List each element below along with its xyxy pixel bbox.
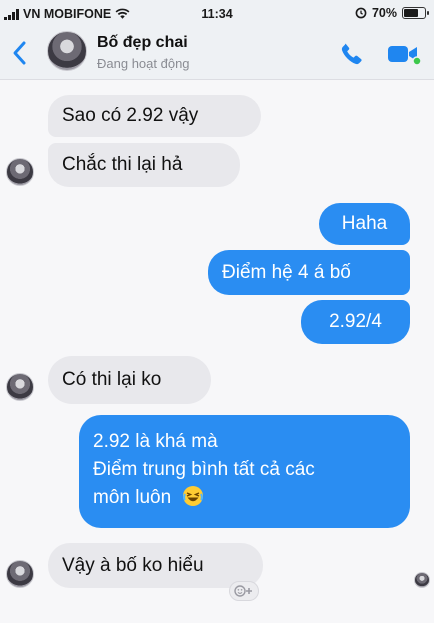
seen-receipt-avatar bbox=[414, 572, 430, 588]
message-line: Điểm trung bình tất cả các bbox=[93, 459, 315, 480]
message-text: Điểm hệ 4 á bố bbox=[222, 262, 351, 283]
message-bubble-incoming[interactable]: Sao có 2.92 vậy bbox=[48, 95, 261, 137]
message-line-with-emoji: môn luôn bbox=[93, 484, 396, 512]
status-bar: VN MOBIFONE 11:34 70% bbox=[0, 0, 434, 28]
alarm-lock-icon bbox=[355, 7, 367, 19]
message-bubble-incoming[interactable]: Chắc thi lại hả bbox=[48, 143, 240, 187]
battery-percent: 70% bbox=[371, 6, 397, 20]
message-text: Chắc thi lại hả bbox=[62, 154, 183, 175]
add-reaction-button[interactable] bbox=[229, 581, 259, 601]
message-bubble-outgoing[interactable]: 2.92 là khá mà Điểm trung bình tất cả cá… bbox=[79, 415, 410, 528]
presence-status: Đang hoạt động bbox=[97, 56, 190, 71]
message-line: 2.92 là khá mà bbox=[93, 431, 218, 452]
message-bubble-outgoing[interactable]: Điểm hệ 4 á bố bbox=[208, 250, 410, 295]
sender-avatar[interactable] bbox=[6, 560, 34, 588]
message-text: Haha bbox=[341, 213, 388, 234]
sender-avatar[interactable] bbox=[6, 158, 34, 186]
contact-avatar[interactable] bbox=[47, 31, 87, 71]
message-text: 2.92/4 bbox=[329, 311, 382, 332]
laughing-emoji-icon bbox=[183, 486, 204, 506]
chat-screen: VN MOBIFONE 11:34 70% Bố đẹp chai Đang h… bbox=[0, 0, 434, 623]
message-bubble-incoming[interactable]: Có thi lại ko bbox=[48, 356, 211, 404]
add-reaction-icon bbox=[234, 585, 252, 597]
battery-icon bbox=[402, 7, 429, 19]
message-text: Vậy à bố ko hiểu bbox=[62, 555, 204, 576]
contact-name[interactable]: Bố đẹp chai bbox=[97, 34, 188, 52]
message-bubble-outgoing[interactable]: Haha bbox=[319, 203, 410, 245]
battery-group: 70% bbox=[355, 6, 429, 20]
message-text: Sao có 2.92 vậy bbox=[62, 105, 199, 126]
chat-header: Bố đẹp chai Đang hoạt động bbox=[0, 28, 434, 80]
message-bubble-incoming[interactable]: Vậy à bố ko hiểu bbox=[48, 543, 263, 588]
sender-avatar[interactable] bbox=[6, 373, 34, 401]
back-chevron-icon[interactable] bbox=[8, 38, 32, 68]
message-bubble-outgoing[interactable]: 2.92/4 bbox=[301, 300, 410, 344]
message-line: môn luôn bbox=[93, 487, 172, 508]
video-camera-icon[interactable] bbox=[386, 41, 422, 67]
message-text: Có thi lại ko bbox=[62, 369, 162, 390]
phone-icon[interactable] bbox=[338, 40, 366, 68]
